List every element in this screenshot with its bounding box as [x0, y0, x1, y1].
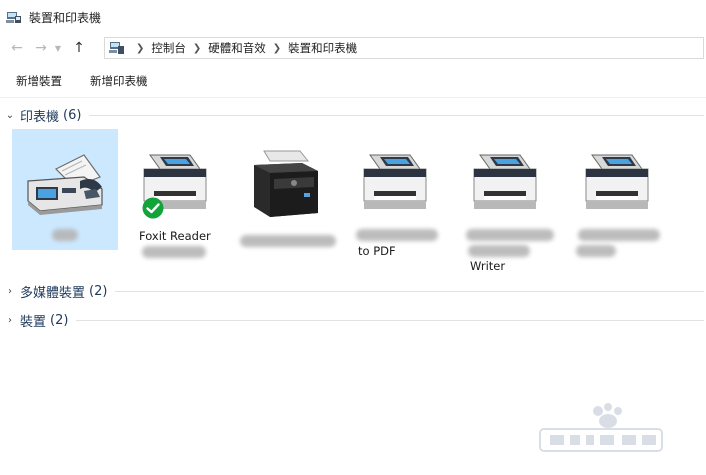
printer-label: Foxit Reader — [139, 229, 211, 243]
navigation-bar: ← → ▼ ↑ ❯ 控制台 ❯ 硬體和音效 ❯ 裝置和印表機 — [0, 34, 706, 62]
redacted-label — [468, 245, 530, 257]
redacted-label — [578, 229, 660, 241]
control-panel-icon — [109, 42, 124, 54]
group-header-multimedia[interactable]: › 多媒體裝置 (2) — [0, 281, 706, 301]
group-count: (2) — [50, 312, 69, 328]
devices-printers-icon — [6, 12, 21, 23]
group-count: (6) — [63, 107, 82, 123]
up-button[interactable]: ↑ — [68, 37, 90, 59]
arrow-up-icon: ↑ — [73, 40, 85, 56]
printer-icon — [585, 154, 649, 209]
breadcrumb-separator-icon[interactable]: ❯ — [273, 43, 281, 54]
arrow-left-icon: ← — [11, 40, 23, 56]
command-bar: 新增裝置 新增印表機 — [0, 64, 706, 98]
chevron-down-icon: ▼ — [54, 43, 62, 53]
group-header-printers[interactable]: ⌄ 印表機 (6) — [0, 105, 706, 125]
chevron-right-icon[interactable]: › — [2, 286, 18, 297]
printer-tile[interactable]: Foxit Reader — [122, 129, 228, 259]
back-button[interactable]: ← — [6, 37, 28, 59]
group-title: 裝置 — [20, 314, 47, 330]
printer-icon — [363, 154, 427, 209]
window-title: 裝置和印表機 — [29, 10, 102, 25]
redacted-label — [240, 235, 336, 247]
title-bar: 裝置和印表機 — [0, 0, 706, 34]
group-header-devices[interactable]: › 裝置 (2) — [0, 310, 706, 330]
printer-tile[interactable]: to PDF — [342, 129, 448, 259]
printer-tile[interactable] — [232, 129, 338, 259]
printer-icon — [473, 154, 537, 209]
add-device-button[interactable]: 新增裝置 — [16, 73, 62, 89]
breadcrumb-separator-icon[interactable]: ❯ — [136, 43, 144, 54]
printer-label: to PDF — [358, 244, 396, 258]
watermark-logo-icon — [539, 403, 663, 452]
redacted-label — [356, 229, 438, 241]
group-count: (2) — [89, 283, 108, 299]
printer-tile[interactable] — [12, 129, 118, 250]
group-title: 印表機 — [20, 109, 60, 125]
group-divider — [115, 290, 704, 292]
redacted-label — [142, 246, 206, 258]
group-divider — [89, 114, 704, 116]
breadcrumb-separator-icon[interactable]: ❯ — [193, 43, 201, 54]
forward-button[interactable]: → — [30, 37, 52, 59]
printer-tile[interactable] — [564, 129, 670, 259]
redacted-label — [576, 245, 616, 257]
chevron-right-icon[interactable]: › — [2, 315, 18, 326]
add-printer-button[interactable]: 新增印表機 — [90, 73, 148, 89]
redacted-label — [466, 229, 554, 241]
group-divider — [76, 319, 704, 321]
redacted-label — [52, 229, 78, 241]
arrow-right-icon: → — [35, 40, 47, 56]
recent-locations-button[interactable]: ▼ — [52, 37, 64, 59]
laser-printer-icon — [254, 150, 318, 217]
checkmark-icon — [142, 197, 164, 219]
fax-icon — [27, 154, 103, 215]
breadcrumb-control-panel[interactable]: 控制台 — [151, 40, 186, 56]
breadcrumb-devices-printers[interactable]: 裝置和印表機 — [288, 40, 357, 56]
group-title: 多媒體裝置 — [20, 285, 86, 301]
printer-tile[interactable]: Writer — [452, 129, 558, 273]
breadcrumb-hardware-sound[interactable]: 硬體和音效 — [208, 40, 266, 56]
address-bar[interactable]: ❯ 控制台 ❯ 硬體和音效 ❯ 裝置和印表機 — [104, 37, 704, 59]
chevron-down-icon[interactable]: ⌄ — [2, 110, 18, 121]
printer-label: Writer — [470, 259, 506, 273]
